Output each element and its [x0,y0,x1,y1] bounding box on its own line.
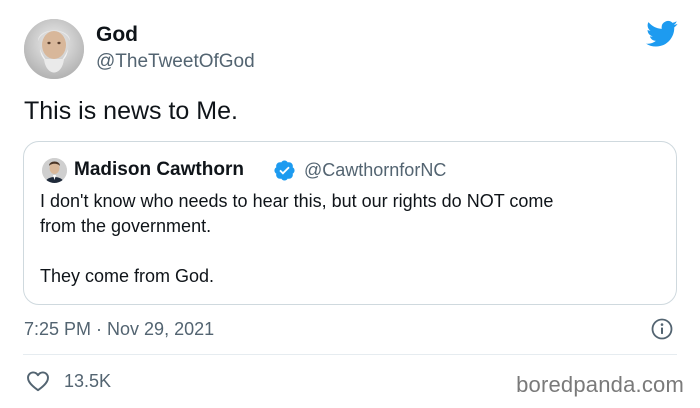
info-icon[interactable] [650,317,674,341]
quoted-text-line: from the government. [40,216,212,236]
quoted-author-name[interactable]: Madison Cawthorn [74,158,244,182]
quoted-author-avatar[interactable] [42,158,67,183]
quoted-tweet-card[interactable]: Madison Cawthorn @CawthornforNC I don't … [23,141,677,305]
tweet-timestamp[interactable]: 7:25 PM · Nov 29, 2021 [24,318,214,340]
watermark: boredpanda.com [516,372,684,397]
author-avatar[interactable] [24,19,84,79]
avatar-image [24,19,84,79]
like-count[interactable]: 13.5K [64,370,111,392]
quoted-text-line: I don't know who needs to hear this, but… [40,191,554,211]
verified-badge-icon [274,160,295,181]
twitter-bird-icon[interactable] [646,20,678,48]
divider [23,354,677,355]
tweet-text: This is news to Me. [24,97,238,125]
quoted-tweet-text: I don't know who needs to hear this, but… [40,189,665,289]
heart-icon[interactable] [26,370,50,392]
quoted-author-handle[interactable]: @CawthornforNC [304,158,446,182]
author-handle[interactable]: @TheTweetOfGod [96,50,255,74]
author-name[interactable]: God [96,22,138,48]
quoted-avatar-image [42,158,67,183]
quoted-text-line: They come from God. [40,266,215,286]
